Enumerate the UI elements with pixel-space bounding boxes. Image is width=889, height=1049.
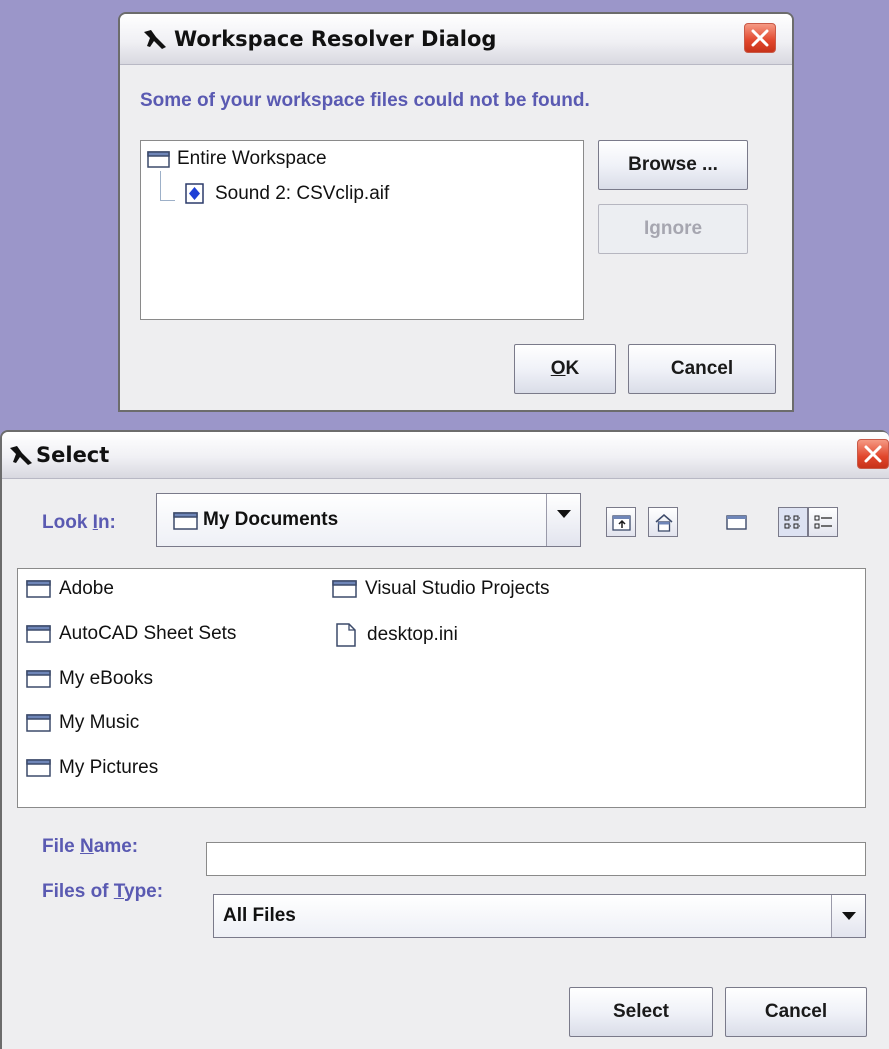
folder-icon <box>26 580 51 598</box>
list-item-my-pictures[interactable]: My Pictures <box>26 757 158 779</box>
tree-connector <box>160 171 161 201</box>
look-in-dropdown-arrow[interactable] <box>546 494 580 546</box>
folder-icon <box>26 714 51 732</box>
folder-icon <box>26 670 51 688</box>
list-item-my-music[interactable]: My Music <box>26 712 139 734</box>
up-one-level-icon <box>612 515 631 531</box>
workspace-resolver-dialog: Workspace Resolver Dialog Some of your w… <box>118 12 794 412</box>
browse-button[interactable]: Browse ... <box>598 140 748 190</box>
ignore-button-label: Ignore <box>643 218 703 239</box>
folder-icon <box>26 759 51 777</box>
list-view-icon <box>784 515 801 529</box>
select-button-label: Select <box>613 1001 669 1022</box>
look-in-combo[interactable]: My Documents <box>156 493 581 547</box>
files-of-type-value: All Files <box>223 905 296 926</box>
file-name-mnemonic: N <box>80 836 94 857</box>
file-name-label-post: ame: <box>93 836 139 857</box>
folder-icon <box>26 625 51 643</box>
folder-icon <box>332 580 357 598</box>
file-name-label: File Name: <box>42 836 138 858</box>
home-icon <box>655 514 673 532</box>
list-item-desktop-ini[interactable]: desktop.ini <box>336 623 458 647</box>
folder-icon <box>173 512 198 530</box>
resolver-title: Workspace Resolver Dialog <box>174 27 497 51</box>
file-name: AutoCAD Sheet Sets <box>59 623 237 644</box>
file-name: My eBooks <box>59 668 153 689</box>
sound-file-icon <box>185 183 204 204</box>
ignore-button[interactable]: Ignore <box>598 204 748 254</box>
select-title: Select <box>36 443 110 467</box>
resolver-message: Some of your workspace files could not b… <box>140 90 590 111</box>
select-button[interactable]: Select <box>569 987 713 1037</box>
file-name: My Pictures <box>59 757 159 778</box>
files-of-type-combo[interactable]: All Files <box>213 894 866 938</box>
look-in-label: Look In: <box>42 512 116 534</box>
tree-connector <box>160 200 175 201</box>
list-item-autocad-sheet-sets[interactable]: AutoCAD Sheet Sets <box>26 623 236 645</box>
resolver-title-bar[interactable]: Workspace Resolver Dialog <box>120 14 792 65</box>
list-item-my-ebooks[interactable]: My eBooks <box>26 668 153 690</box>
app-logo-icon <box>144 30 166 49</box>
files-of-type-label-post: ype: <box>124 881 164 902</box>
file-name: Visual Studio Projects <box>365 578 550 599</box>
files-of-type-label-pre: Files of <box>42 881 114 902</box>
file-name: My Music <box>59 712 140 733</box>
file-name-label-pre: File <box>42 836 81 857</box>
folder-icon <box>147 151 170 168</box>
tree-child-label: Sound 2: CSVclip.aif <box>215 183 390 204</box>
look-in-value: My Documents <box>203 509 339 530</box>
chevron-down-icon <box>842 912 856 920</box>
files-of-type-dropdown-arrow[interactable] <box>831 895 865 937</box>
file-name-input[interactable] <box>206 842 866 876</box>
ok-button[interactable]: OK <box>514 344 616 394</box>
look-in-label-pre: Look <box>42 512 93 533</box>
file-icon <box>336 623 356 647</box>
files-of-type-label: Files of Type: <box>42 881 163 903</box>
list-view-button[interactable] <box>778 507 808 537</box>
close-icon <box>751 29 769 47</box>
new-folder-icon <box>726 515 747 530</box>
up-one-level-button[interactable] <box>606 507 636 537</box>
list-item-visual-studio-projects[interactable]: Visual Studio Projects <box>332 578 549 600</box>
select-cancel-button[interactable]: Cancel <box>725 987 867 1037</box>
ok-mnemonic: O <box>550 358 566 379</box>
list-item-adobe[interactable]: Adobe <box>26 578 114 600</box>
resolver-cancel-label: Cancel <box>670 358 734 379</box>
app-logo-icon <box>10 446 32 465</box>
tree-root-label: Entire Workspace <box>177 148 327 169</box>
chevron-down-icon <box>557 510 571 518</box>
file-name: Adobe <box>59 578 114 599</box>
workspace-tree[interactable]: Entire Workspace Sound 2: CSVclip.aif <box>140 140 584 320</box>
select-title-bar[interactable]: Select <box>2 432 889 479</box>
new-folder-button[interactable] <box>721 507 751 537</box>
resolver-close-button[interactable] <box>744 23 776 53</box>
browse-button-label: Browse ... <box>628 154 718 175</box>
tree-node-root[interactable]: Entire Workspace <box>147 148 327 170</box>
resolver-cancel-button[interactable]: Cancel <box>628 344 776 394</box>
file-name: desktop.ini <box>367 624 458 645</box>
details-view-icon <box>814 515 832 529</box>
select-dialog: Select Look In: My Documents Adobe AutoC… <box>0 430 889 1049</box>
look-in-label-post: n: <box>97 512 116 533</box>
tree-node-sound[interactable]: Sound 2: CSVclip.aif <box>185 183 389 205</box>
close-icon <box>864 445 882 463</box>
home-button[interactable] <box>648 507 678 537</box>
file-list[interactable]: Adobe AutoCAD Sheet Sets My eBooks My Mu… <box>17 568 866 808</box>
select-close-button[interactable] <box>857 439 889 469</box>
select-cancel-label: Cancel <box>764 1001 828 1022</box>
files-of-type-mnemonic: T <box>113 881 124 902</box>
ok-rest: K <box>565 358 580 379</box>
details-view-button[interactable] <box>808 507 838 537</box>
